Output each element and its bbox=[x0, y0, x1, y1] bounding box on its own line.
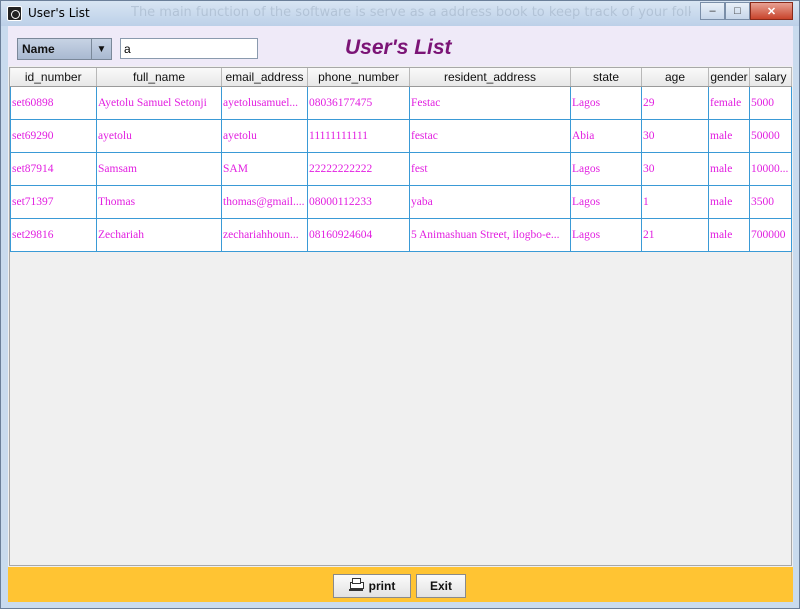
table-cell[interactable]: Lagos bbox=[570, 217, 642, 252]
table-cell[interactable]: Lagos bbox=[570, 151, 642, 186]
table-cell[interactable]: male bbox=[708, 217, 750, 252]
column-header-age[interactable]: age bbox=[641, 68, 709, 87]
table-cell[interactable]: 3500 bbox=[749, 184, 792, 219]
table-cell[interactable]: Ayetolu Samuel Setonji bbox=[96, 85, 222, 120]
column-header-email-address[interactable]: email_address bbox=[221, 68, 308, 87]
app-window: User's List The main function of the sof… bbox=[0, 0, 800, 609]
table-cell[interactable]: fest bbox=[409, 151, 571, 186]
table-cell[interactable]: 30 bbox=[641, 118, 709, 153]
search-toolbar: Name ▼ User's List bbox=[8, 26, 793, 66]
table-cell[interactable]: Abia bbox=[570, 118, 642, 153]
search-field-selected: Name bbox=[22, 42, 55, 56]
table-cell[interactable]: ayetolu bbox=[221, 118, 308, 153]
table-cell[interactable]: 08000112233 bbox=[307, 184, 410, 219]
table-cell[interactable]: male bbox=[708, 184, 750, 219]
table-cell[interactable]: 10000... bbox=[749, 151, 792, 186]
table-header-row: id_number full_name email_address phone_… bbox=[10, 68, 792, 87]
table-cell[interactable]: Lagos bbox=[570, 184, 642, 219]
table-cell[interactable]: 21 bbox=[641, 217, 709, 252]
column-header-full-name[interactable]: full_name bbox=[96, 68, 222, 87]
table-cell[interactable]: female bbox=[708, 85, 750, 120]
exit-button-label: Exit bbox=[429, 579, 452, 593]
page-title: User's List bbox=[345, 36, 452, 59]
table-cell[interactable]: 700000 bbox=[749, 217, 792, 252]
table-cell[interactable]: set69290 bbox=[10, 118, 97, 153]
table-cell[interactable]: 50000 bbox=[749, 118, 792, 153]
table-cell[interactable]: Thomas bbox=[96, 184, 222, 219]
table-row[interactable]: set29816 Zechariah zechariahhoun... 0816… bbox=[10, 217, 792, 252]
printer-icon bbox=[348, 578, 364, 591]
minimize-button[interactable]: – bbox=[700, 2, 725, 20]
column-header-state[interactable]: state bbox=[570, 68, 642, 87]
window-controls: – □ ✕ bbox=[700, 2, 793, 20]
column-header-id-number[interactable]: id_number bbox=[10, 68, 97, 87]
table-cell[interactable]: Zechariah bbox=[96, 217, 222, 252]
table-cell[interactable]: yaba bbox=[409, 184, 571, 219]
table-row[interactable]: set87914 Samsam SAM 22222222222 fest Lag… bbox=[10, 151, 792, 186]
table-cell[interactable]: 30 bbox=[641, 151, 709, 186]
table-cell[interactable]: male bbox=[708, 118, 750, 153]
column-header-resident-address[interactable]: resident_address bbox=[409, 68, 571, 87]
table-row[interactable]: set60898 Ayetolu Samuel Setonji ayetolus… bbox=[10, 85, 792, 120]
window-title: User's List bbox=[28, 6, 90, 20]
search-input[interactable] bbox=[120, 38, 258, 59]
table-cell[interactable]: SAM bbox=[221, 151, 308, 186]
print-button-label: print bbox=[368, 579, 396, 593]
table-cell[interactable]: 11111111111 bbox=[307, 118, 410, 153]
table-cell[interactable]: set87914 bbox=[10, 151, 97, 186]
table-cell[interactable]: Lagos bbox=[570, 85, 642, 120]
table-cell[interactable]: zechariahhoun... bbox=[221, 217, 308, 252]
minimize-icon: – bbox=[709, 5, 716, 17]
table-cell[interactable]: 22222222222 bbox=[307, 151, 410, 186]
maximize-icon: □ bbox=[734, 5, 741, 17]
table-cell[interactable]: set60898 bbox=[10, 85, 97, 120]
title-bar[interactable]: User's List The main function of the sof… bbox=[1, 1, 799, 26]
users-table: id_number full_name email_address phone_… bbox=[10, 68, 792, 252]
table-cell[interactable]: 08160924604 bbox=[307, 217, 410, 252]
table-cell[interactable]: festac bbox=[409, 118, 571, 153]
table-cell[interactable]: 5 Animashuan Street, ilogbo-e... bbox=[409, 217, 571, 252]
print-button[interactable]: print bbox=[333, 574, 411, 598]
exit-button[interactable]: Exit bbox=[416, 574, 466, 598]
table-cell[interactable]: Festac bbox=[409, 85, 571, 120]
table-cell[interactable]: thomas@gmail.... bbox=[221, 184, 308, 219]
close-icon: ✕ bbox=[766, 5, 777, 18]
column-header-salary[interactable]: salary bbox=[749, 68, 792, 87]
action-bar: print Exit bbox=[8, 567, 793, 602]
table-cell[interactable]: 5000 bbox=[749, 85, 792, 120]
background-window-text: The main function of the software is ser… bbox=[131, 5, 691, 20]
table-cell[interactable]: male bbox=[708, 151, 750, 186]
table-row[interactable]: set69290 ayetolu ayetolu 11111111111 fes… bbox=[10, 118, 792, 153]
close-button[interactable]: ✕ bbox=[750, 2, 793, 20]
table-cell[interactable]: ayetolu bbox=[96, 118, 222, 153]
table-cell[interactable]: ayetolusamuel... bbox=[221, 85, 308, 120]
table-cell[interactable]: Samsam bbox=[96, 151, 222, 186]
table-cell[interactable]: 08036177475 bbox=[307, 85, 410, 120]
table-cell[interactable]: 29 bbox=[641, 85, 709, 120]
table-cell[interactable]: set29816 bbox=[10, 217, 97, 252]
maximize-button[interactable]: □ bbox=[725, 2, 750, 20]
java-app-icon bbox=[7, 6, 22, 21]
table-row[interactable]: set71397 Thomas thomas@gmail.... 0800011… bbox=[10, 184, 792, 219]
column-header-phone-number[interactable]: phone_number bbox=[307, 68, 410, 87]
search-field-dropdown[interactable]: Name ▼ bbox=[17, 38, 112, 60]
content-area: Name ▼ User's List id_number full_name e… bbox=[8, 26, 793, 602]
column-header-gender[interactable]: gender bbox=[708, 68, 750, 87]
table-cell[interactable]: set71397 bbox=[10, 184, 97, 219]
table-cell[interactable]: 1 bbox=[641, 184, 709, 219]
users-table-container[interactable]: id_number full_name email_address phone_… bbox=[9, 67, 792, 566]
chevron-down-icon[interactable]: ▼ bbox=[91, 39, 111, 59]
